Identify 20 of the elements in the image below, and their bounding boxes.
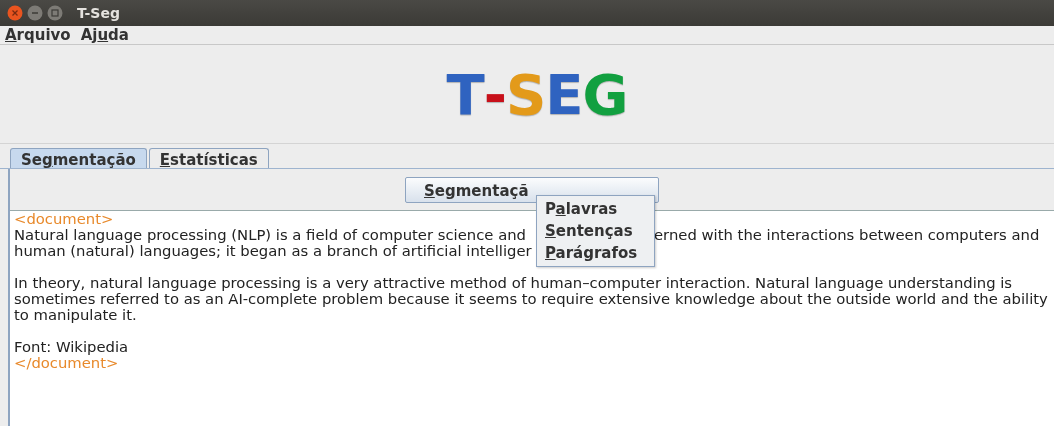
popup-menu-item[interactable]: Sentenças	[537, 220, 654, 242]
text-line: sometimes referred to as an AI-complete problem because it seems to require extensive knowledge about the outside world and the ability	[14, 291, 1048, 307]
text-line: to manipulate it.	[14, 307, 137, 323]
text-line: Natural language processing (NLP) is a field of computer science and	[14, 226, 526, 243]
popup-menu-item[interactable]: Parágrafos	[537, 242, 654, 264]
window-title: T-Seg	[77, 5, 120, 21]
close-icon[interactable]	[7, 5, 23, 21]
document-tag: <document>	[14, 211, 114, 227]
text-line: erned with the interactions between computers and	[654, 227, 1040, 243]
maximize-icon[interactable]	[47, 5, 63, 21]
text-line: Font: Wikipedia	[14, 339, 129, 355]
tab[interactable]: Segmentação	[10, 148, 147, 168]
menu-item[interactable]: Ajuda	[80, 26, 129, 44]
tab[interactable]: Estatísticas	[148, 148, 269, 168]
menu-item[interactable]: Arquivo	[5, 26, 71, 44]
text-line: In theory, natural language processing is a very attractive method of human–computer interaction. Natural language understanding is	[14, 275, 1013, 291]
minimize-icon[interactable]	[27, 5, 43, 21]
document-tag: </document>	[14, 355, 119, 371]
text-line: human (natural) languages; it began as a branch of artificial intelliger	[14, 242, 532, 259]
logo: T-SEG	[446, 61, 628, 127]
